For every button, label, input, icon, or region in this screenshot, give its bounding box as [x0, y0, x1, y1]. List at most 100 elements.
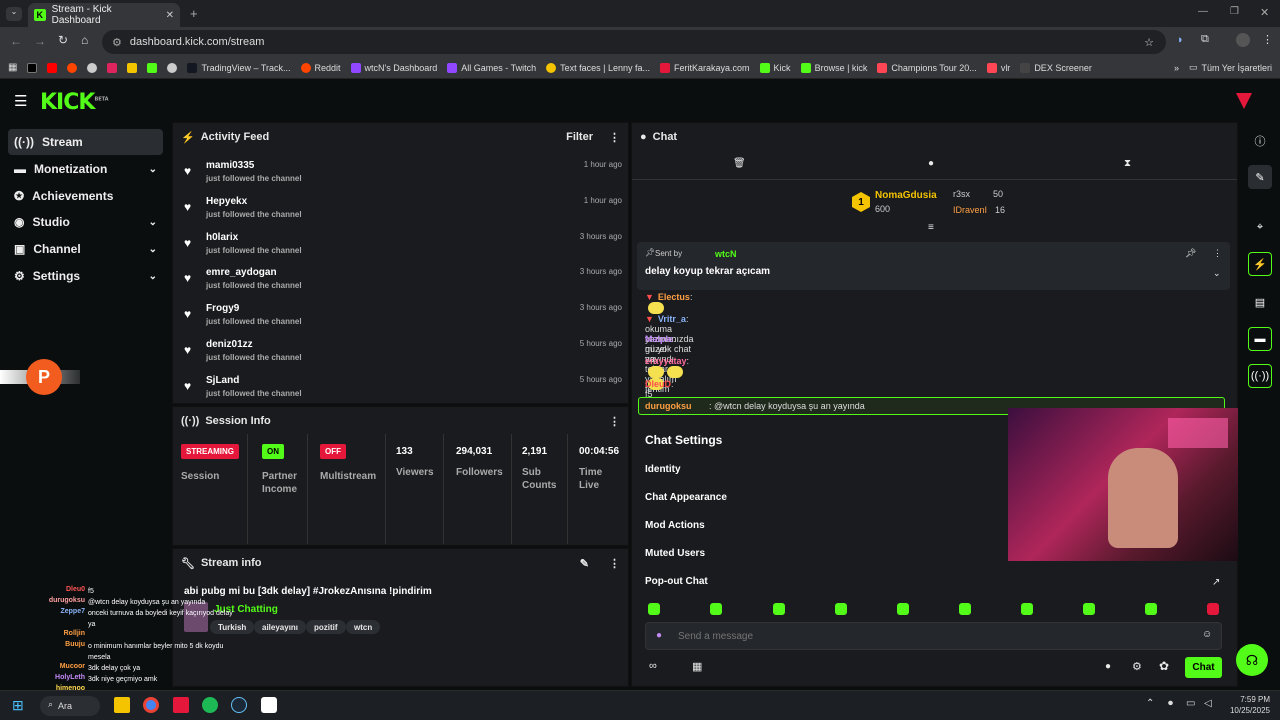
chat-username[interactable]: Malple	[645, 334, 673, 344]
setting-muted-users[interactable]: Muted Users	[645, 548, 705, 559]
activity-feed-item[interactable]: ♥ mami0335 just followed the channel 1 hour…	[182, 160, 622, 196]
bookmark-item[interactable]: All Games - Twitch	[447, 62, 536, 73]
extension-icon[interactable]: ◗	[1177, 34, 1184, 46]
setting-popout-chat[interactable]: Pop-out Chat	[645, 576, 708, 587]
chevron-down-icon[interactable]: ⌄	[1213, 268, 1221, 279]
network-icon[interactable]: ▭	[1186, 698, 1195, 709]
clock[interactable]: 7:59 PM 10/25/2025	[1220, 694, 1270, 716]
activity-feed-item[interactable]: ♥ h0larix just followed the channel 3 hours…	[182, 232, 622, 268]
pinned-user[interactable]: wtcN	[715, 249, 737, 259]
emote-icon[interactable]	[1145, 603, 1157, 615]
browser-menu-icon[interactable]: ⋮	[1262, 33, 1273, 46]
sidebar-item-monetization[interactable]: ▬ Monetization ⌄	[8, 156, 163, 182]
activity-feed-item[interactable]: ♥ Hepyekx just followed the channel 1 hour …	[182, 196, 622, 232]
more-options-icon[interactable]: ⋮	[609, 557, 620, 570]
url-text[interactable]: dashboard.kick.com/stream	[130, 36, 265, 48]
sidebar-item-stream[interactable]: ((·)) Stream	[8, 129, 163, 155]
emote-icon[interactable]	[1083, 603, 1095, 615]
emote-icon[interactable]	[648, 603, 660, 615]
site-bookmark-icon[interactable]	[87, 62, 98, 73]
taskbar-search[interactable]: ⌕ Ara	[40, 696, 100, 716]
chat-input[interactable]	[678, 628, 1178, 644]
activity-feed-item[interactable]: ♥ emre_aydogan just followed the channel 3 …	[182, 267, 622, 303]
kick-small-bookmark-icon[interactable]	[147, 62, 158, 73]
infinity-icon[interactable]: ∞	[649, 660, 657, 672]
profile-avatar[interactable]	[1236, 33, 1250, 47]
gear-icon[interactable]: ⚙	[1132, 660, 1142, 673]
emote-icon[interactable]	[959, 603, 971, 615]
broadcast-icon[interactable]: ((·))	[1248, 364, 1272, 388]
setting-identity[interactable]: Identity	[645, 464, 681, 475]
app-icon[interactable]	[173, 697, 189, 713]
follower-name[interactable]: mami0335	[206, 160, 254, 171]
x-bookmark-icon[interactable]	[27, 62, 38, 73]
globe-bookmark-icon[interactable]	[167, 62, 178, 73]
chat-input-box[interactable]: ● ☺	[645, 622, 1222, 650]
trash-icon[interactable]: 🗑︎	[733, 158, 746, 169]
bookmark-item[interactable]: Champions Tour 20...	[877, 62, 977, 73]
reload-icon[interactable]: ↻	[58, 33, 68, 47]
chat-username[interactable]: DleuD	[645, 379, 671, 389]
browser-tab-active[interactable]: K Stream - Kick Dashboard ✕	[28, 3, 180, 27]
gift-icon[interactable]: ✿	[1159, 659, 1169, 673]
follower-name[interactable]: h0larix	[206, 232, 238, 243]
bookmark-item[interactable]: Reddit	[300, 62, 341, 73]
extensions-puzzle-icon[interactable]: ⧉	[1201, 33, 1209, 46]
info-icon[interactable]: ⓘ	[1248, 129, 1272, 153]
reddit-small-bookmark-icon[interactable]	[67, 62, 78, 73]
volume-icon[interactable]: ◁	[1204, 698, 1212, 709]
follower-name[interactable]: deniz01zz	[206, 339, 253, 350]
tray-chevron-icon[interactable]: ⌃	[1146, 698, 1154, 709]
y-bookmark-icon[interactable]	[107, 62, 118, 73]
follower-name[interactable]: SjLand	[206, 375, 239, 386]
bookmark-item[interactable]: vlr	[986, 62, 1010, 73]
chat-bubble-icon[interactable]: ●	[928, 158, 934, 169]
bookmark-item[interactable]: TradingView – Track...	[187, 62, 291, 73]
windows-start-icon[interactable]: ⊞	[12, 697, 24, 714]
emote-icon[interactable]	[773, 603, 785, 615]
emote-icon[interactable]	[835, 603, 847, 615]
bookmark-item[interactable]: DEX Screener	[1020, 62, 1092, 73]
bookmark-item[interactable]: Browse | kick	[800, 62, 867, 73]
close-tab-icon[interactable]: ✕	[166, 10, 174, 21]
chrome-icon[interactable]	[143, 697, 159, 713]
minimize-button[interactable]: —	[1198, 6, 1208, 17]
site-info-icon[interactable]: ⚙	[112, 36, 122, 49]
forward-icon[interactable]: →	[34, 34, 46, 48]
partner-income-toggle[interactable]: ON	[262, 444, 284, 459]
expand-icon[interactable]: ≡	[928, 222, 934, 233]
sidebar-item-achievements[interactable]: ✪ Achievements	[8, 183, 163, 209]
spotify-icon[interactable]	[202, 697, 218, 713]
bookmark-item[interactable]: wtcN's Dashboard	[350, 62, 437, 73]
chat-username[interactable]: durugoksu	[645, 401, 692, 411]
chat-username[interactable]: Electus	[658, 292, 690, 302]
microphone-icon[interactable]: ●	[656, 630, 662, 641]
close-window-button[interactable]: ✕	[1260, 6, 1269, 19]
g-bookmark-icon[interactable]	[127, 62, 138, 73]
setting-mod-actions[interactable]: Mod Actions	[645, 520, 705, 531]
chat-bubble-icon[interactable]: ▬	[1248, 327, 1272, 351]
bookmark-item[interactable]: Kick	[759, 62, 791, 73]
sidebar-item-channel[interactable]: ▣ Channel ⌄	[8, 236, 163, 262]
chat-username[interactable]: Vritr_a	[658, 314, 686, 324]
activity-feed-item[interactable]: ♥ deniz01zz just followed the channel 5 hou…	[182, 339, 622, 375]
more-options-icon[interactable]: ⋮	[609, 415, 620, 428]
emote-icon[interactable]	[710, 603, 722, 615]
store-icon[interactable]: ▦	[692, 660, 702, 673]
home-icon[interactable]: ⌂	[81, 33, 88, 47]
all-bookmarks[interactable]: ▭ Tüm Yer İşaretleri	[1189, 62, 1272, 73]
setting-chat-appearance[interactable]: Chat Appearance	[645, 492, 727, 503]
follower-name[interactable]: Frogy9	[206, 303, 239, 314]
external-link-icon[interactable]: ↗	[1212, 577, 1220, 588]
bookmark-star-icon[interactable]: ☆	[1144, 36, 1154, 49]
bookmark-item[interactable]: FeritKarakaya.com	[660, 62, 750, 73]
steam-icon[interactable]	[231, 697, 247, 713]
hamburger-menu-icon[interactable]: ☰	[14, 92, 27, 110]
unpin-icon[interactable]: 📌︎	[1185, 248, 1196, 259]
more-options-icon[interactable]: ⋮	[1213, 248, 1222, 259]
edit-pencil-icon[interactable]: ✎	[1248, 165, 1272, 189]
focus-icon[interactable]: ⌖	[1248, 215, 1272, 239]
tab-search-icon[interactable]: ⌄	[6, 7, 22, 21]
bookmark-item[interactable]: Text faces | Lenny fa...	[546, 62, 650, 73]
edit-pencil-icon[interactable]: ✎	[580, 557, 589, 570]
